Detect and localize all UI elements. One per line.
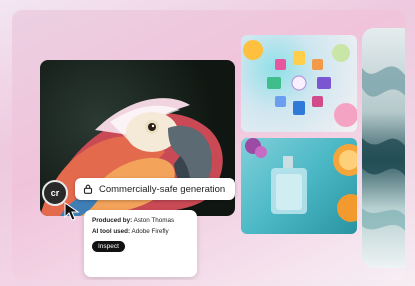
gallery-frame: cr Commercially-safe generation Produced…	[12, 10, 405, 280]
content-credentials-card: Produced by: Aston Thomas AI tool used: …	[84, 210, 197, 277]
avatar-initials: cr	[50, 188, 60, 198]
produced-by-label: Produced by:	[92, 217, 133, 224]
mouse-cursor-icon	[64, 202, 80, 227]
commercially-safe-badge[interactable]: Commercially-safe generation	[75, 178, 236, 200]
produced-by-row: Produced by: Aston Thomas	[92, 217, 189, 224]
badge-label: Commercially-safe generation	[99, 183, 226, 195]
ai-tool-value: Adobe Firefly	[131, 228, 169, 235]
fabric-image[interactable]	[362, 28, 405, 268]
lock-icon	[83, 184, 93, 194]
ai-tool-label: AI tool used:	[92, 228, 131, 235]
perfume-image[interactable]	[241, 138, 357, 234]
produced-by-value: Aston Thomas	[133, 217, 175, 224]
ai-tool-row: AI tool used: Adobe Firefly	[92, 228, 189, 235]
glassware-image[interactable]	[241, 35, 357, 132]
inspect-button[interactable]: Inspect	[92, 241, 125, 252]
